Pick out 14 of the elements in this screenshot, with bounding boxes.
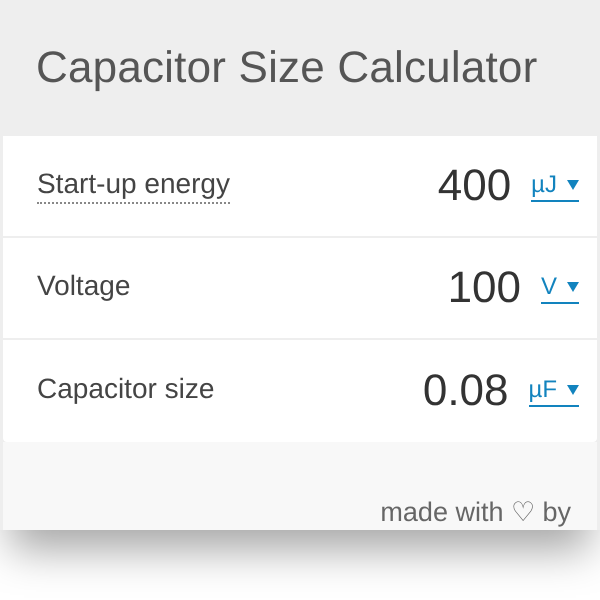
field-value[interactable]: 0.08 [422,366,508,416]
field-value[interactable]: 400 [438,161,512,211]
field-label: Voltage [37,270,130,303]
caret-icon [567,180,579,190]
field-label: Capacitor size [37,373,214,406]
calculator-title: Capacitor Size Calculator [36,43,538,93]
field-value[interactable]: 100 [448,263,521,313]
unit-dropdown[interactable]: V [540,272,579,304]
caret-icon [567,384,579,394]
footer-credit: made with ♡ by [380,496,571,528]
unit-dropdown[interactable]: µJ [531,170,579,202]
field-label[interactable]: Start-up energy [37,168,230,204]
caret-icon [567,282,579,292]
unit-dropdown[interactable]: µF [528,376,579,406]
